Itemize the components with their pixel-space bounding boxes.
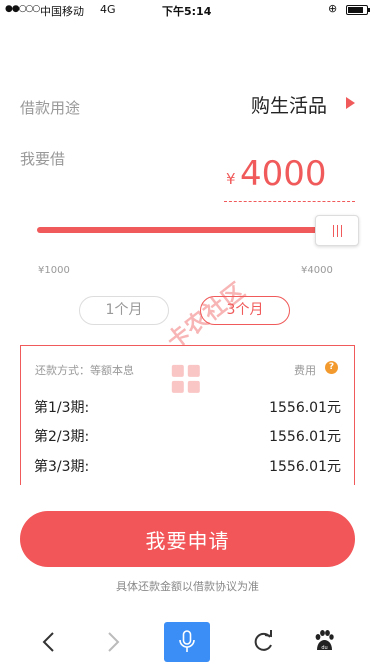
installment-label: 第3/3期: bbox=[34, 459, 90, 475]
installment-label: 第1/3期: bbox=[34, 400, 90, 416]
installment-label: 第2/3期: bbox=[34, 429, 90, 445]
orientation-lock-icon: ⊕ bbox=[328, 2, 338, 15]
fee-label: 费用 bbox=[294, 364, 316, 377]
amount-value: 4000 bbox=[240, 154, 327, 194]
repayment-card: 还款方式：等额本息 费用 ? 第1/3期: 1556.01元 第2/3期: 15… bbox=[20, 345, 355, 485]
signal-strength-icon: ●●○○○ bbox=[5, 4, 40, 14]
installment-amount: 1556.01元 bbox=[269, 400, 341, 416]
grip-line-icon bbox=[341, 225, 342, 237]
battery-icon bbox=[346, 5, 370, 15]
grip-line-icon bbox=[337, 225, 338, 237]
chevron-right-icon[interactable] bbox=[346, 97, 355, 109]
disclaimer-text: 具体还款金额以借款协议为准 bbox=[116, 580, 259, 593]
browser-toolbar: du bbox=[0, 617, 375, 667]
amount-label: 我要借 bbox=[20, 150, 66, 168]
refresh-icon[interactable] bbox=[250, 623, 276, 661]
term-option-1-month[interactable]: 1个月 bbox=[79, 296, 169, 325]
term-option-3-months[interactable]: 3个月 bbox=[200, 296, 290, 325]
apply-button[interactable]: 我要申请 bbox=[20, 511, 355, 567]
currency-symbol: ¥ bbox=[226, 170, 236, 188]
back-icon[interactable] bbox=[36, 623, 60, 661]
baidu-paw-icon[interactable]: du bbox=[312, 623, 336, 661]
status-time: 下午5:14 bbox=[162, 5, 212, 18]
voice-search-button[interactable] bbox=[164, 622, 210, 662]
network-type: 4G bbox=[100, 3, 116, 16]
svg-text:du: du bbox=[321, 645, 327, 651]
installment-amount: 1556.01元 bbox=[269, 459, 341, 475]
repayment-method: 还款方式：等额本息 bbox=[35, 364, 134, 377]
amount-slider-track[interactable] bbox=[37, 227, 337, 233]
grip-line-icon bbox=[333, 225, 334, 237]
amount-display: ¥ 4000 bbox=[224, 152, 355, 202]
purpose-label: 借款用途 bbox=[20, 99, 81, 117]
forward-icon[interactable] bbox=[102, 623, 126, 661]
installment-amount: 1556.01元 bbox=[269, 429, 341, 445]
carrier-name: 中国移动 bbox=[40, 5, 84, 18]
slider-min-label: ¥1000 bbox=[38, 265, 70, 276]
slider-max-label: ¥4000 bbox=[301, 265, 333, 276]
microphone-icon bbox=[179, 630, 195, 652]
amount-slider-fill bbox=[37, 227, 337, 233]
status-bar: ●●○○○ 中国移动 4G 下午5:14 ⊕ bbox=[0, 0, 375, 20]
amount-slider-handle[interactable] bbox=[315, 215, 359, 246]
battery-level bbox=[348, 7, 363, 13]
purpose-select[interactable]: 购生活品 bbox=[251, 91, 327, 118]
help-icon[interactable]: ? bbox=[325, 361, 338, 374]
